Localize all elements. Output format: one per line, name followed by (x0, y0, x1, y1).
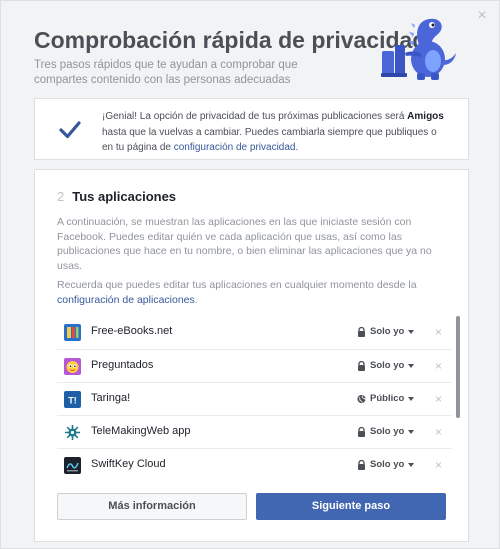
telemakingweb-icon (64, 424, 81, 441)
step-title: Tus aplicaciones (72, 189, 177, 204)
lock-icon (358, 326, 365, 337)
notice-prefix: ¡Genial! La opción de privacidad de tus … (102, 111, 408, 122)
audience-notice-text: ¡Genial! La opción de privacidad de tus … (102, 109, 447, 156)
remove-app-icon[interactable]: × (435, 359, 442, 373)
app-name: SwiftKey Cloud (91, 458, 166, 470)
audience-label: Solo yo (370, 360, 405, 371)
close-icon[interactable]: × (475, 8, 489, 24)
remove-app-icon[interactable]: × (435, 325, 442, 339)
audience-selector[interactable]: Solo yo (357, 326, 415, 337)
app-row: TeleMakingWeb app Solo yo × (57, 415, 452, 448)
step-description: A continuación, se muestran las aplicaci… (57, 216, 432, 272)
privacy-dinosaur-icon (381, 18, 456, 80)
chevron-down-icon (408, 462, 415, 467)
app-row: Preguntados Solo yo × (57, 349, 452, 382)
app-row: T! Taringa! Público × (57, 382, 452, 415)
chevron-down-icon (408, 396, 415, 401)
apps-step-card: 2 Tus aplicaciones A continuación, se mue… (34, 169, 469, 542)
apps-list-scrollbar[interactable] (456, 316, 460, 478)
page-subtitle: Tres pasos rápidos que te ayudan a compr… (34, 59, 298, 86)
remove-app-icon[interactable]: × (435, 425, 442, 439)
taringa-icon: T! (64, 391, 81, 408)
audience-selector[interactable]: Solo yo (357, 426, 415, 437)
audience-selector[interactable]: Solo yo (357, 459, 415, 470)
step-reminder: Recuerda que puedes editar tus aplicacio… (57, 278, 442, 307)
apps-list: Free-eBooks.net Solo yo × Preguntados So… (57, 316, 452, 478)
audience-selector[interactable]: Solo yo (357, 360, 415, 371)
svg-text:T!: T! (68, 396, 77, 406)
privacy-checkup-dialog: × Comprobación rápida de privacidad Tres… (0, 0, 500, 549)
app-name: TeleMakingWeb app (91, 425, 191, 437)
more-info-button[interactable]: Más información (57, 493, 247, 520)
audience-label: Público (370, 393, 405, 404)
app-name: Taringa! (91, 392, 131, 404)
globe-icon (357, 394, 366, 403)
step-number: 2 (57, 189, 65, 204)
audience-label: Solo yo (370, 426, 405, 437)
next-step-button[interactable]: Siguiente paso (256, 493, 446, 520)
audience-selector[interactable]: Público (357, 393, 415, 404)
lock-icon (358, 426, 365, 437)
notice-end: . (295, 142, 299, 153)
audience-label: Solo yo (370, 459, 405, 470)
app-name: Free-eBooks.net (91, 325, 173, 337)
preguntados-icon (64, 358, 81, 375)
scrollbar-thumb[interactable] (456, 316, 460, 418)
remove-app-icon[interactable]: × (435, 458, 442, 472)
app-settings-link[interactable]: configuración de aplicaciones (57, 294, 195, 306)
checkmark-icon (57, 117, 83, 143)
reminder-prefix: Recuerda que puedes editar tus aplicacio… (57, 279, 417, 291)
app-name: Preguntados (91, 359, 154, 371)
app-row: Free-eBooks.net Solo yo × (57, 316, 452, 349)
audience-label: Solo yo (370, 326, 405, 337)
audience-notice-card: ¡Genial! La opción de privacidad de tus … (34, 98, 469, 160)
remove-app-icon[interactable]: × (435, 392, 442, 406)
notice-audience: Amigos (407, 111, 444, 122)
chevron-down-icon (408, 429, 415, 434)
reminder-end: . (194, 293, 198, 306)
step-heading: 2 Tus aplicaciones (57, 189, 176, 204)
lock-icon (358, 459, 365, 470)
chevron-down-icon (408, 329, 415, 334)
chevron-down-icon (408, 363, 415, 368)
page-title: Comprobación rápida de privacidad (34, 27, 427, 53)
lock-icon (358, 360, 365, 371)
swiftkey-icon (64, 457, 81, 474)
free-ebooks-icon (64, 324, 81, 341)
app-row: SwiftKey Cloud Solo yo × (57, 448, 452, 478)
privacy-settings-link[interactable]: configuración de privacidad (174, 142, 296, 153)
